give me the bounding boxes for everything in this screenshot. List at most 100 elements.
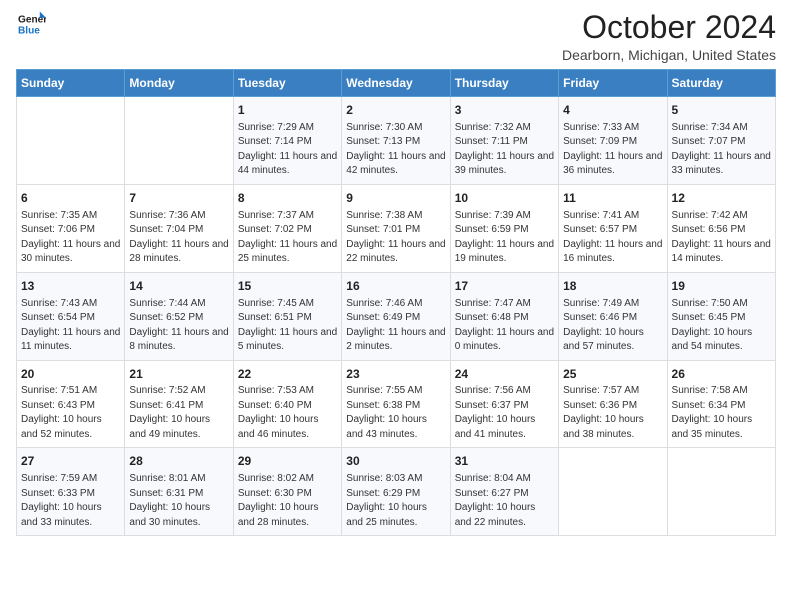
day-info: Sunrise: 7:32 AM Sunset: 7:11 PM Dayligh… <box>455 121 554 179</box>
day-info: Sunrise: 7:50 AM Sunset: 6:45 PM Dayligh… <box>672 297 771 355</box>
day-info: Sunrise: 7:52 AM Sunset: 6:41 PM Dayligh… <box>129 384 228 442</box>
header-day-wednesday: Wednesday <box>342 70 450 97</box>
calendar-cell: 31 Sunrise: 8:04 AM Sunset: 6:27 PM Dayli… <box>450 448 558 536</box>
page: General Blue October 2024 Dearborn, Mich… <box>0 0 792 612</box>
day-number: 12 <box>672 190 771 207</box>
subtitle: Dearborn, Michigan, United States <box>562 47 776 63</box>
day-info: Sunrise: 7:39 AM Sunset: 6:59 PM Dayligh… <box>455 209 554 267</box>
calendar-cell: 29 Sunrise: 8:02 AM Sunset: 6:30 PM Dayli… <box>233 448 341 536</box>
day-info: Sunrise: 7:58 AM Sunset: 6:34 PM Dayligh… <box>672 384 771 442</box>
calendar-cell: 20Sunrise: 7:51 AM Sunset: 6:43 PM Dayli… <box>17 360 125 448</box>
week-row-5: 27Sunrise: 7:59 AM Sunset: 6:33 PM Dayli… <box>17 448 776 536</box>
calendar-cell: 27Sunrise: 7:59 AM Sunset: 6:33 PM Dayli… <box>17 448 125 536</box>
header-row: SundayMondayTuesdayWednesdayThursdayFrid… <box>17 70 776 97</box>
day-number: 7 <box>129 190 228 207</box>
calendar-cell: 19 Sunrise: 7:50 AM Sunset: 6:45 PM Dayli… <box>667 272 775 360</box>
calendar-cell: 2 Sunrise: 7:30 AM Sunset: 7:13 PM Daylig… <box>342 97 450 185</box>
week-row-1: 1Sunrise: 7:29 AM Sunset: 7:14 PM Daylig… <box>17 97 776 185</box>
calendar-cell <box>125 97 233 185</box>
day-number: 17 <box>455 278 554 295</box>
day-info: Sunrise: 8:03 AM Sunset: 6:29 PM Dayligh… <box>346 472 445 530</box>
day-number: 3 <box>455 102 554 119</box>
calendar-cell <box>17 97 125 185</box>
header-day-friday: Friday <box>559 70 667 97</box>
calendar-cell: 23Sunrise: 7:55 AM Sunset: 6:38 PM Dayli… <box>342 360 450 448</box>
main-title: October 2024 <box>562 10 776 45</box>
calendar-cell: 6 Sunrise: 7:35 AM Sunset: 7:06 PM Daylig… <box>17 184 125 272</box>
header-day-sunday: Sunday <box>17 70 125 97</box>
day-number: 21 <box>129 366 228 383</box>
calendar-cell: 8Sunrise: 7:37 AM Sunset: 7:02 PM Daylig… <box>233 184 341 272</box>
day-info: Sunrise: 7:36 AM Sunset: 7:04 PM Dayligh… <box>129 209 228 267</box>
header: General Blue October 2024 Dearborn, Mich… <box>16 10 776 63</box>
day-info: Sunrise: 7:38 AM Sunset: 7:01 PM Dayligh… <box>346 209 445 267</box>
day-info: Sunrise: 8:01 AM Sunset: 6:31 PM Dayligh… <box>129 472 228 530</box>
calendar-cell: 25Sunrise: 7:57 AM Sunset: 6:36 PM Dayli… <box>559 360 667 448</box>
day-info: Sunrise: 7:56 AM Sunset: 6:37 PM Dayligh… <box>455 384 554 442</box>
calendar-cell: 18 Sunrise: 7:49 AM Sunset: 6:46 PM Dayli… <box>559 272 667 360</box>
day-number: 10 <box>455 190 554 207</box>
day-info: Sunrise: 7:45 AM Sunset: 6:51 PM Dayligh… <box>238 297 337 355</box>
day-number: 14 <box>129 278 228 295</box>
calendar-table: SundayMondayTuesdayWednesdayThursdayFrid… <box>16 69 776 536</box>
day-info: Sunrise: 7:35 AM Sunset: 7:06 PM Dayligh… <box>21 209 120 267</box>
calendar-cell: 3 Sunrise: 7:32 AM Sunset: 7:11 PM Daylig… <box>450 97 558 185</box>
day-info: Sunrise: 7:47 AM Sunset: 6:48 PM Dayligh… <box>455 297 554 355</box>
logo-icon: General Blue <box>18 10 46 38</box>
day-number: 18 <box>563 278 662 295</box>
day-number: 26 <box>672 366 771 383</box>
day-number: 31 <box>455 453 554 470</box>
week-row-3: 13Sunrise: 7:43 AM Sunset: 6:54 PM Dayli… <box>17 272 776 360</box>
day-info: Sunrise: 8:02 AM Sunset: 6:30 PM Dayligh… <box>238 472 337 530</box>
day-info: Sunrise: 7:30 AM Sunset: 7:13 PM Dayligh… <box>346 121 445 179</box>
day-info: Sunrise: 7:34 AM Sunset: 7:07 PM Dayligh… <box>672 121 771 179</box>
calendar-cell: 22Sunrise: 7:53 AM Sunset: 6:40 PM Dayli… <box>233 360 341 448</box>
day-number: 20 <box>21 366 120 383</box>
day-info: Sunrise: 7:53 AM Sunset: 6:40 PM Dayligh… <box>238 384 337 442</box>
week-row-2: 6 Sunrise: 7:35 AM Sunset: 7:06 PM Daylig… <box>17 184 776 272</box>
calendar-cell: 14 Sunrise: 7:44 AM Sunset: 6:52 PM Dayli… <box>125 272 233 360</box>
calendar-cell: 15 Sunrise: 7:45 AM Sunset: 6:51 PM Dayli… <box>233 272 341 360</box>
header-day-tuesday: Tuesday <box>233 70 341 97</box>
day-info: Sunrise: 7:44 AM Sunset: 6:52 PM Dayligh… <box>129 297 228 355</box>
day-number: 27 <box>21 453 120 470</box>
day-info: Sunrise: 8:04 AM Sunset: 6:27 PM Dayligh… <box>455 472 554 530</box>
calendar-cell: 17 Sunrise: 7:47 AM Sunset: 6:48 PM Dayli… <box>450 272 558 360</box>
day-info: Sunrise: 7:41 AM Sunset: 6:57 PM Dayligh… <box>563 209 662 267</box>
calendar-cell: 12 Sunrise: 7:42 AM Sunset: 6:56 PM Dayli… <box>667 184 775 272</box>
day-info: Sunrise: 7:55 AM Sunset: 6:38 PM Dayligh… <box>346 384 445 442</box>
day-number: 24 <box>455 366 554 383</box>
day-number: 6 <box>21 190 120 207</box>
calendar-cell: 30Sunrise: 8:03 AM Sunset: 6:29 PM Dayli… <box>342 448 450 536</box>
day-info: Sunrise: 7:49 AM Sunset: 6:46 PM Dayligh… <box>563 297 662 355</box>
header-day-saturday: Saturday <box>667 70 775 97</box>
day-info: Sunrise: 7:42 AM Sunset: 6:56 PM Dayligh… <box>672 209 771 267</box>
calendar-cell: 16Sunrise: 7:46 AM Sunset: 6:49 PM Dayli… <box>342 272 450 360</box>
day-number: 22 <box>238 366 337 383</box>
day-number: 1 <box>238 102 337 119</box>
header-day-monday: Monday <box>125 70 233 97</box>
day-number: 25 <box>563 366 662 383</box>
day-number: 11 <box>563 190 662 207</box>
calendar-cell <box>667 448 775 536</box>
day-number: 9 <box>346 190 445 207</box>
day-info: Sunrise: 7:57 AM Sunset: 6:36 PM Dayligh… <box>563 384 662 442</box>
calendar-cell: 7 Sunrise: 7:36 AM Sunset: 7:04 PM Daylig… <box>125 184 233 272</box>
day-number: 19 <box>672 278 771 295</box>
day-info: Sunrise: 7:43 AM Sunset: 6:54 PM Dayligh… <box>21 297 120 355</box>
day-info: Sunrise: 7:33 AM Sunset: 7:09 PM Dayligh… <box>563 121 662 179</box>
day-number: 4 <box>563 102 662 119</box>
day-number: 8 <box>238 190 337 207</box>
logo: General Blue <box>16 10 46 43</box>
calendar-cell: 21Sunrise: 7:52 AM Sunset: 6:41 PM Dayli… <box>125 360 233 448</box>
calendar-cell: 5Sunrise: 7:34 AM Sunset: 7:07 PM Daylig… <box>667 97 775 185</box>
calendar-cell: 13Sunrise: 7:43 AM Sunset: 6:54 PM Dayli… <box>17 272 125 360</box>
calendar-cell: 24Sunrise: 7:56 AM Sunset: 6:37 PM Dayli… <box>450 360 558 448</box>
calendar-cell: 10 Sunrise: 7:39 AM Sunset: 6:59 PM Dayli… <box>450 184 558 272</box>
calendar-cell: 11 Sunrise: 7:41 AM Sunset: 6:57 PM Dayli… <box>559 184 667 272</box>
calendar-cell: 1Sunrise: 7:29 AM Sunset: 7:14 PM Daylig… <box>233 97 341 185</box>
day-number: 2 <box>346 102 445 119</box>
day-number: 23 <box>346 366 445 383</box>
day-number: 15 <box>238 278 337 295</box>
day-number: 29 <box>238 453 337 470</box>
